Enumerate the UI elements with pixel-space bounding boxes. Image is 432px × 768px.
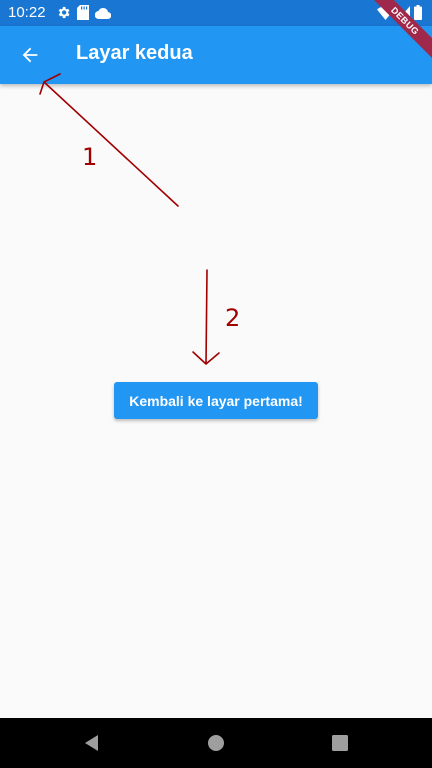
annotation-arrow-2 [192,269,220,365]
status-time: 10:22 [8,4,46,21]
back-triangle-icon[interactable] [82,733,102,753]
annotation-arrow-1 [39,73,179,207]
sd-card-icon [77,5,89,20]
arrow-left-icon [22,47,38,63]
recents-square-icon[interactable] [330,733,350,753]
home-circle-icon[interactable] [206,733,226,753]
app-bar: Layar kedua [0,26,432,84]
battery-icon [414,5,422,20]
annotation-label-2: 2 [225,304,240,332]
annotation-label-1: 1 [82,143,97,171]
page-title: Layar kedua [76,42,193,64]
gear-icon [58,6,70,19]
status-icons-left [56,5,111,20]
system-nav-bar [0,718,432,768]
back-button[interactable] [14,39,46,71]
cloud-icon [95,7,111,19]
back-to-first-screen-button[interactable]: Kembali ke layar pertama! [114,382,318,419]
status-bar: 10:22 [0,0,432,26]
